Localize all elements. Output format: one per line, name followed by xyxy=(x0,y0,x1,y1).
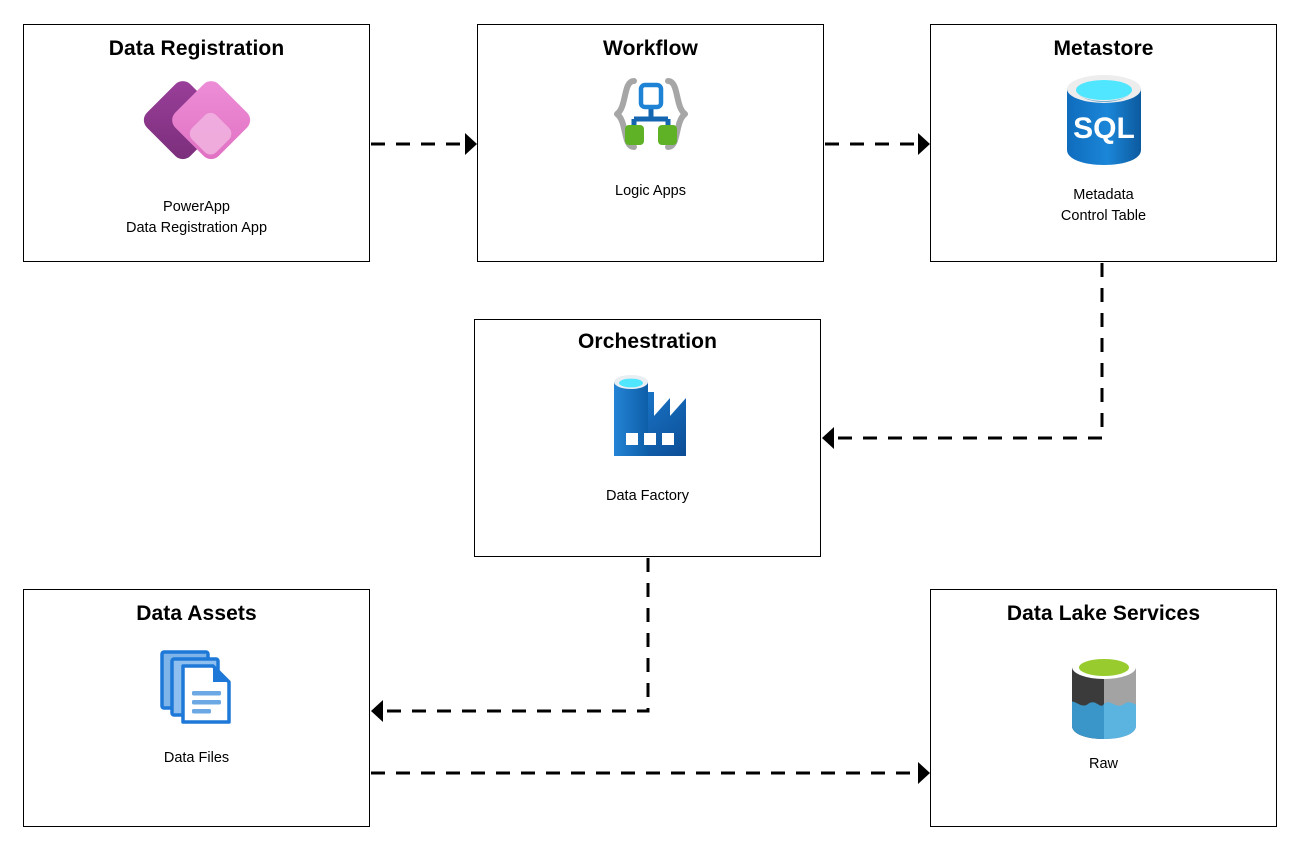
azure-data-lake-icon xyxy=(1066,652,1142,742)
azure-sql-database-icon: SQL xyxy=(1057,71,1151,171)
connector-orchestration-to-assets xyxy=(371,558,650,722)
powerapps-icon xyxy=(138,67,256,185)
connector-registration-to-workflow xyxy=(371,133,477,155)
svg-text:SQL: SQL xyxy=(1073,112,1135,145)
node-subtitle-data-assets: Data Files xyxy=(163,750,230,766)
connector-assets-to-lake xyxy=(371,762,930,784)
node-data-lake-services[interactable]: Data Lake Services Raw xyxy=(930,589,1277,827)
node-workflow[interactable]: Workflow Logic Apps xyxy=(477,24,824,262)
node-data-registration[interactable]: Data Registration PowerApp Data Registra… xyxy=(23,24,370,262)
node-subtitle-workflow: Logic Apps xyxy=(615,183,686,199)
node-subtitle-orchestration: Data Factory xyxy=(606,488,689,504)
node-title-orchestration: Orchestration xyxy=(578,330,717,353)
node-subtitle-data-lake-services: Raw xyxy=(1088,756,1118,772)
node-title-data-registration: Data Registration xyxy=(108,37,285,60)
node-subtitle-data-registration: PowerApp Data Registration App xyxy=(125,199,268,237)
node-data-assets[interactable]: Data Assets Data Files xyxy=(23,589,370,827)
logic-apps-icon xyxy=(607,75,695,153)
diagram-canvas: Data Registration PowerApp Data Registra… xyxy=(0,0,1305,864)
node-title-workflow: Workflow xyxy=(603,37,698,60)
node-subtitle-metastore: Metadata Control Table xyxy=(1060,187,1147,225)
node-title-metastore: Metastore xyxy=(1053,37,1154,60)
connector-workflow-to-metastore xyxy=(825,133,930,155)
node-orchestration[interactable]: Orchestration Data Factory xyxy=(474,319,821,557)
node-title-data-assets: Data Assets xyxy=(136,602,257,625)
node-metastore[interactable]: Metastore SQL Metadata Control Table xyxy=(930,24,1277,262)
node-title-data-lake-services: Data Lake Services xyxy=(1006,602,1201,625)
connector-metastore-to-orchestration xyxy=(822,263,1104,449)
data-files-icon xyxy=(155,644,239,728)
azure-data-factory-icon xyxy=(602,368,694,464)
